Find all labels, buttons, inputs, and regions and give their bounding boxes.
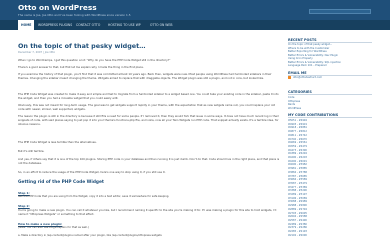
archive-link[interactable]: #2793 – #2695 bbox=[288, 212, 307, 215]
step-text: You're going to make a new plugin. You c… bbox=[18, 208, 277, 216]
archive-link[interactable]: #4389 – #4294 bbox=[288, 152, 307, 155]
site-header: Otto on WordPress The name is Joe, Joe O… bbox=[0, 0, 390, 20]
archive-link[interactable]: #4290 – #4203 bbox=[288, 156, 307, 159]
sidebar-heading-archives: MY CODE CONTRIBUTIONS bbox=[288, 113, 372, 118]
archive-link[interactable]: #2988 – #2890 bbox=[288, 204, 307, 207]
archive-link[interactable]: #3477 – #3389 bbox=[288, 186, 307, 189]
nav-item-home[interactable]: HOME bbox=[18, 20, 35, 30]
post-paragraph: Obviously, this was not meant for long-t… bbox=[18, 103, 276, 111]
nav-item-otto-on-web[interactable]: OTTO ON WEB bbox=[150, 20, 172, 30]
archive-link[interactable]: #2694 – #2588 bbox=[288, 215, 307, 218]
post-paragraph: And yes, if others say that it is one of… bbox=[18, 157, 280, 165]
archive-link[interactable]: #3088 – #2989 bbox=[288, 200, 307, 203]
archive-link[interactable]: #3981 – #3885 bbox=[288, 167, 307, 170]
archive-link[interactable]: #5051 – #4994 bbox=[288, 119, 307, 122]
archive-link[interactable]: #3587 – #3479 bbox=[288, 182, 307, 185]
post-paragraph: If you examine the history of that plugi… bbox=[18, 72, 272, 80]
archive-link[interactable]: #3196 – #3089 bbox=[288, 197, 307, 200]
post-paragraph: When I go to WordCamps, I get this quest… bbox=[18, 58, 171, 62]
nav-item-wordpress-plugins[interactable]: WORDPRESS PLUGINS bbox=[38, 20, 72, 30]
post-paragraph: The reason the plugin is still in the di… bbox=[18, 114, 279, 126]
archive-link[interactable]: #3388 – #3290 bbox=[288, 189, 307, 192]
archive-link[interactable]: #4669 – #4561 bbox=[288, 141, 307, 144]
archive-link[interactable]: #4877 – #4812 bbox=[288, 130, 307, 133]
archive-link[interactable]: #2587 – #2490 bbox=[288, 219, 307, 222]
archive-link[interactable]: #4740 – #4670 bbox=[288, 138, 307, 141]
post-subheading: Getting rid of the PHP Code Widget bbox=[18, 180, 104, 185]
archive-link[interactable]: #2379 – #2286 bbox=[288, 226, 307, 229]
site-description: The name is Joe, Joe Otto and I've been … bbox=[18, 12, 131, 17]
step-text: Get the PHP Code that you are using from… bbox=[18, 195, 170, 198]
nav-item-contact-otto[interactable]: CONTACT OTTO bbox=[76, 20, 100, 30]
archive-link[interactable]: #2285 – #2193 bbox=[288, 230, 307, 233]
archive-link[interactable]: #3787 – #3685 bbox=[288, 175, 307, 178]
archive-link[interactable]: #2489 – #2380 bbox=[288, 223, 307, 226]
email-link[interactable]: otto@ottodestruct.com bbox=[293, 76, 322, 79]
post-paragraph: The PHP Code Widget is less terrible tha… bbox=[18, 140, 97, 144]
step-text: a. Make a directory in /wp-content/plugi… bbox=[18, 234, 162, 237]
archive-link[interactable]: #3884 – #3788 bbox=[288, 171, 307, 174]
archive-link[interactable]: #4090 – #3982 bbox=[288, 163, 307, 166]
archive-link[interactable]: #4559 – #4479 bbox=[288, 145, 307, 148]
nav-item-hosting[interactable]: HOSTING TO USE WP bbox=[108, 20, 141, 30]
search-input[interactable] bbox=[309, 9, 371, 14]
post-paragraph: There's a good answer to that, but first… bbox=[18, 65, 144, 69]
category-link[interactable]: WordPress bbox=[288, 107, 301, 110]
archive-link[interactable]: #4993 – #4919 bbox=[288, 123, 307, 126]
step-text: (Note: You can also use Pluginception fo… bbox=[18, 226, 89, 229]
post-title[interactable]: On the topic of that pesky widget… bbox=[18, 42, 146, 50]
post-meta: December 7, 2007 | Joe Otto bbox=[18, 51, 56, 54]
archive-link[interactable]: #4811 – #4742 bbox=[288, 134, 307, 137]
archive-link[interactable]: #3684 – #3589 bbox=[288, 178, 307, 181]
archive-link[interactable]: #2192 – #2090 bbox=[288, 234, 307, 237]
archive-link[interactable]: #4200 – #4091 bbox=[288, 160, 307, 163]
email-icon bbox=[288, 76, 291, 79]
archive-link[interactable]: #3289 – #3197 bbox=[288, 193, 307, 196]
main-nav: HOME WORDPRESS PLUGINS CONTACT OTTO HOST… bbox=[0, 20, 390, 30]
site-title[interactable]: Otto on WordPress bbox=[18, 3, 97, 12]
sidebar-heading-categories: CATEGORIES bbox=[288, 90, 372, 95]
archive-link[interactable]: #4918 – #4881 bbox=[288, 126, 307, 129]
page: Otto on WordPress The name is Joe, Joe O… bbox=[0, 0, 390, 240]
recent-post-link[interactable]: Language Pack 101 – Prepared bbox=[288, 64, 326, 67]
archive-link[interactable]: #2889 – #2794 bbox=[288, 208, 307, 211]
archive-link[interactable]: #4473 – #4390 bbox=[288, 149, 307, 152]
post-paragraph: So, in an effort to reduce the usage of … bbox=[18, 170, 166, 174]
post-paragraph: But it's still terrible. bbox=[18, 149, 45, 153]
post-paragraph: The PHP Code Widget was created to make … bbox=[18, 92, 279, 100]
